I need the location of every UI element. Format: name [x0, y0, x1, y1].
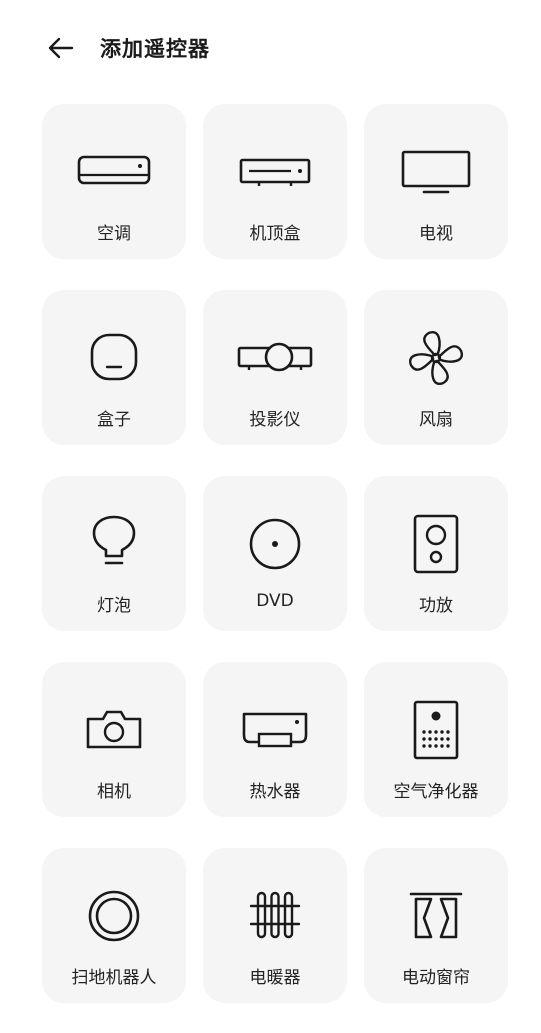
device-tile-air-conditioner[interactable]: 空调: [42, 104, 186, 259]
device-label: 机顶盒: [249, 224, 301, 244]
curtain-icon: [409, 892, 463, 939]
header: 添加遥控器: [0, 0, 541, 96]
robot-vacuum-icon: [88, 890, 140, 942]
device-label: DVD: [256, 591, 294, 611]
device-tile-water-heater[interactable]: 热水器: [203, 662, 347, 817]
box-icon: [90, 333, 138, 381]
device-grid: 空调 机顶盒 电视 盒子 投影仪 风扇 灯泡 DVD 功放 相机 热水器 空气净…: [42, 104, 508, 1003]
device-label: 盒子: [97, 410, 131, 430]
air-conditioner-icon: [77, 155, 151, 185]
device-label: 灯泡: [97, 596, 131, 616]
air-purifier-icon: [413, 700, 459, 760]
page-title: 添加遥控器: [100, 37, 210, 61]
speaker-icon: [413, 514, 459, 574]
device-label: 电动窗帘: [402, 968, 470, 988]
device-tile-curtain[interactable]: 电动窗帘: [364, 848, 508, 1003]
arrow-left-icon: [48, 37, 74, 59]
device-tile-air-purifier[interactable]: 空气净化器: [364, 662, 508, 817]
device-label: 电视: [419, 224, 453, 244]
device-label: 功放: [419, 596, 453, 616]
dvd-icon: [249, 518, 301, 570]
projector-icon: [237, 342, 313, 372]
bulb-icon: [92, 515, 136, 565]
device-label: 相机: [97, 782, 131, 802]
device-label: 风扇: [419, 410, 453, 430]
device-tile-fan[interactable]: 风扇: [364, 290, 508, 445]
device-tile-box[interactable]: 盒子: [42, 290, 186, 445]
water-heater-icon: [242, 712, 308, 748]
set-top-box-icon: [239, 158, 311, 186]
back-button[interactable]: [42, 32, 78, 64]
device-tile-camera[interactable]: 相机: [42, 662, 186, 817]
device-tile-set-top-box[interactable]: 机顶盒: [203, 104, 347, 259]
device-label: 热水器: [249, 782, 301, 802]
device-label: 空气净化器: [393, 782, 479, 802]
device-label: 扫地机器人: [71, 968, 157, 988]
device-label: 空调: [97, 224, 131, 244]
camera-icon: [86, 710, 142, 749]
device-tile-amplifier[interactable]: 功放: [364, 476, 508, 631]
device-tile-robot-vacuum[interactable]: 扫地机器人: [42, 848, 186, 1003]
device-tile-tv[interactable]: 电视: [364, 104, 508, 259]
device-tile-heater[interactable]: 电暖器: [203, 848, 347, 1003]
device-label: 电暖器: [249, 968, 301, 988]
heater-icon: [249, 891, 301, 939]
device-label: 投影仪: [249, 410, 301, 430]
device-tile-dvd[interactable]: DVD: [203, 476, 347, 631]
tv-icon: [401, 150, 471, 194]
fan-icon: [408, 330, 464, 386]
device-tile-bulb[interactable]: 灯泡: [42, 476, 186, 631]
device-tile-projector[interactable]: 投影仪: [203, 290, 347, 445]
